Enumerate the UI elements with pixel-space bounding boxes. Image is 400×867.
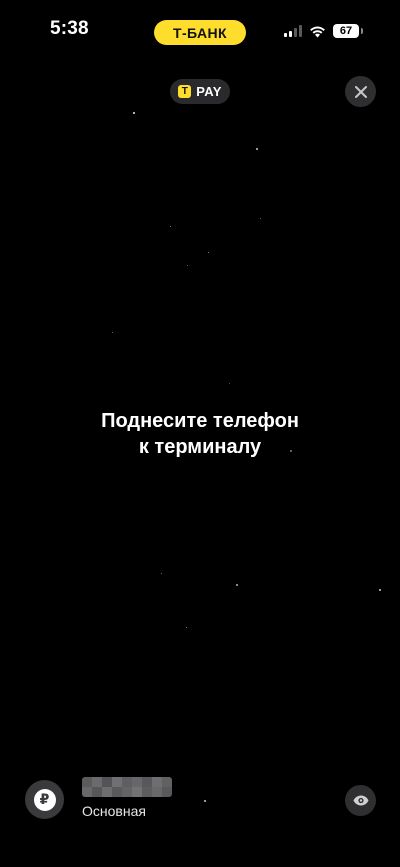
hidden-balance	[82, 777, 172, 797]
tbank-logo-icon: T	[178, 85, 192, 98]
status-bar: 5:38 Т-БАНК 67	[0, 0, 400, 62]
tpay-badge: T PAY	[170, 79, 230, 104]
status-time: 5:38	[50, 18, 89, 39]
account-avatar[interactable]: ₽	[25, 780, 64, 819]
account-name[interactable]: Основная	[82, 803, 146, 819]
instruction-line-2: к терминалу	[138, 436, 262, 458]
wifi-icon	[310, 26, 325, 37]
cellular-signal-icon	[284, 25, 302, 37]
close-button[interactable]	[345, 76, 376, 107]
ruble-icon: ₽	[33, 788, 56, 811]
eye-icon	[353, 795, 368, 806]
pay-label: PAY	[196, 84, 222, 99]
battery-icon: 67	[333, 24, 363, 38]
carrier-pill: Т-БАНК	[154, 20, 246, 45]
instruction-line-1: Поднесите телефон	[101, 410, 299, 432]
close-icon	[354, 85, 367, 98]
show-balance-button[interactable]	[345, 785, 376, 816]
tap-to-pay-instruction: Поднесите телефон к терминалу	[0, 408, 400, 460]
status-icons: 67	[284, 21, 363, 41]
